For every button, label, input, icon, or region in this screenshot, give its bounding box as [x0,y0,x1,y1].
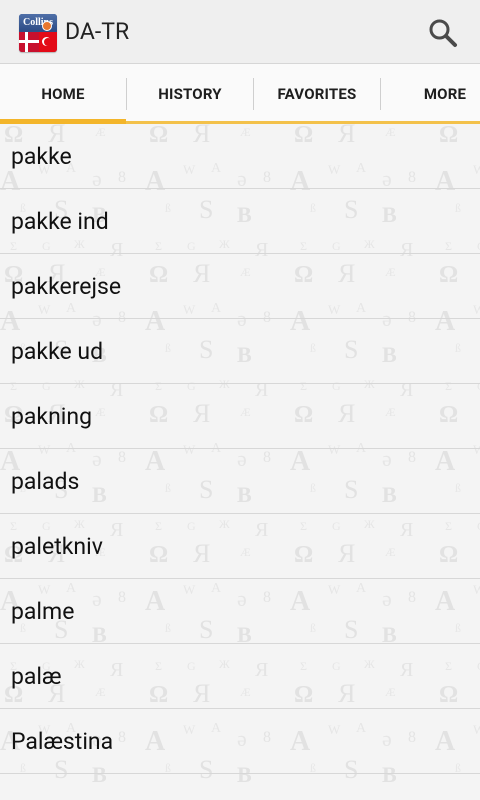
list-item[interactable]: Palæstina [0,709,480,774]
danish-flag-icon [19,32,39,52]
search-icon [429,19,457,47]
list-item-label: paletkniv [11,533,103,560]
app-root: Collins DA-TR HOME HISTORY FAVORITES MOR… [0,0,480,800]
tab-more[interactable]: MORE [381,64,480,124]
tab-bar: HOME HISTORY FAVORITES MORE [0,64,480,124]
list-item[interactable]: palads [0,449,480,514]
tab-favorites[interactable]: FAVORITES [254,64,380,124]
word-list[interactable]: Ω Я Æ A W A ə 8 ß S B Σ G Ж Я [0,124,480,800]
app-logo[interactable]: Collins [19,14,57,52]
list-item-label: pakning [11,403,92,430]
list-item-label: pakke [11,143,72,170]
list-item[interactable]: pakke [0,124,480,189]
list-item[interactable]: palæ [0,644,480,709]
list-item-label: palme [11,598,75,625]
turkish-flag-icon [39,32,57,52]
search-button[interactable] [420,10,466,56]
list-item[interactable]: pakke ind [0,189,480,254]
list-item-label: palads [11,468,80,495]
list-item-label: pakke ind [11,208,109,235]
list-item[interactable]: pakning [0,384,480,449]
list-item[interactable]: pakkerejse [0,254,480,319]
list-item[interactable]: paletkniv [0,514,480,579]
action-bar: Collins DA-TR [0,0,480,64]
tab-home[interactable]: HOME [0,64,126,124]
tab-history[interactable]: HISTORY [127,64,253,124]
list-item-label: pakke ud [11,338,104,365]
list-item-label: palæ [11,663,62,690]
list-item[interactable]: palme [0,579,480,644]
logo-badge-icon [42,21,52,31]
list-item[interactable]: pakke ud [0,319,480,384]
list-item-label: Palæstina [11,728,114,755]
app-title: DA-TR [65,18,130,45]
list-item-label: pakkerejse [11,273,122,300]
